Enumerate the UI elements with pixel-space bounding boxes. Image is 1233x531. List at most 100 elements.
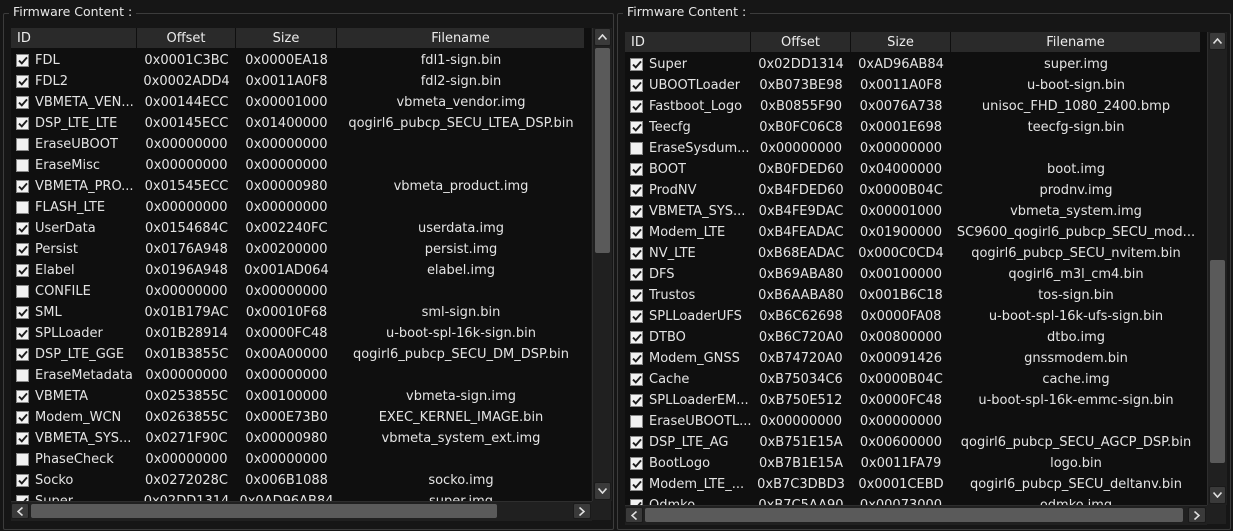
row-checkbox[interactable] [630,415,643,428]
horizontal-scrollbar[interactable] [625,505,1207,525]
scroll-thumb[interactable] [1210,260,1225,463]
row-checkbox[interactable] [630,352,643,365]
row-checkbox[interactable] [630,184,643,197]
row-checkbox[interactable] [16,75,29,88]
horizontal-scrollbar[interactable] [11,501,592,521]
table-row[interactable]: VBMETA_PRO... 0x01545ECC 0x00000980 vbmeta_… [11,176,585,197]
table-row[interactable]: EraseMisc 0x00000000 0x00000000 [11,155,585,176]
row-checkbox[interactable] [16,369,29,382]
table-row[interactable]: Fastboot_Logo 0xB0855F90 0x0076A738 unisoc_… [625,96,1201,117]
table-row[interactable]: Super 0x02DD1314 0xAD96AB84 super.img [625,54,1201,75]
scroll-left-button[interactable] [11,503,29,519]
row-checkbox[interactable] [630,394,643,407]
table-row[interactable]: UserData 0x0154684C 0x002240FC userdata.img [11,218,585,239]
table-row[interactable]: Modem_GNSS 0xB74720A0 0x00091426 gnssmodem.… [625,348,1201,369]
row-checkbox[interactable] [16,327,29,340]
row-checkbox[interactable] [630,247,643,260]
row-checkbox[interactable] [16,54,29,67]
row-checkbox[interactable] [16,222,29,235]
table-row[interactable]: VBMETA_SYS... 0x0271F90C 0x00000980 vbmeta_… [11,428,585,449]
table-row[interactable]: FDL 0x0001C3BC 0x0000EA18 fdl1-sign.bin [11,50,585,71]
table-row[interactable]: DSP_LTE_GGE 0x01B3855C 0x00A00000 qogirl6_p… [11,344,585,365]
row-checkbox[interactable] [630,268,643,281]
column-header-id[interactable]: ID [625,32,751,53]
row-checkbox[interactable] [630,121,643,134]
row-checkbox[interactable] [16,138,29,151]
table-row[interactable]: DSP_LTE_LTE 0x00145ECC 0x01400000 qogirl6_p… [11,113,585,134]
row-checkbox[interactable] [16,432,29,445]
vertical-scrollbar[interactable] [592,28,612,501]
table-row[interactable]: DFS 0xB69ABA80 0x00100000 qogirl6_m3l_cm4.b… [625,264,1201,285]
table-row[interactable]: Persist 0x0176A948 0x00200000 persist.img [11,239,585,260]
vertical-scrollbar[interactable] [1207,32,1227,505]
table-row[interactable]: BOOT 0xB0FDED60 0x04000000 boot.img [625,159,1201,180]
table-row[interactable]: SPLLoader 0x01B28914 0x0000FC48 u-boot-spl-… [11,323,585,344]
table-row[interactable]: UBOOTLoader 0xB073BE98 0x0011A0F8 u-boot-si… [625,75,1201,96]
table-row[interactable]: Cache 0xB75034C6 0x0000B04C cache.img [625,369,1201,390]
column-header-filename[interactable]: Filename [951,32,1201,53]
column-header-offset[interactable]: Offset [137,28,236,49]
row-checkbox[interactable] [16,348,29,361]
table-row[interactable]: SPLLoaderUFS 0xB6C62698 0x0000FA08 u-boot-s… [625,306,1201,327]
table-row[interactable]: FDL2 0x0002ADD4 0x0011A0F8 fdl2-sign.bin [11,71,585,92]
table-row[interactable]: FLASH_LTE 0x00000000 0x00000000 [11,197,585,218]
column-header-size[interactable]: Size [851,32,951,53]
row-checkbox[interactable] [16,306,29,319]
scroll-thumb[interactable] [595,48,610,253]
table-row[interactable]: SPLLoaderEM... 0xB750E512 0x0000FC48 u-boot… [625,390,1201,411]
row-checkbox[interactable] [630,163,643,176]
scroll-right-button[interactable] [573,503,591,519]
table-row[interactable]: Teecfg 0xB0FC06C8 0x0001E698 teecfg-sign.bi… [625,117,1201,138]
table-row[interactable]: PhaseCheck 0x00000000 0x00000000 [11,449,585,470]
row-checkbox[interactable] [630,58,643,71]
table-row[interactable]: Modem_LTE 0xB4FEADAC 0x01900000 SC9600_qogi… [625,222,1201,243]
row-checkbox[interactable] [630,310,643,323]
row-checkbox[interactable] [630,100,643,113]
row-checkbox[interactable] [16,159,29,172]
column-header-offset[interactable]: Offset [751,32,851,53]
scroll-left-button[interactable] [625,507,643,523]
firmware-list[interactable]: ID Offset Size Filename Super 0x02DD1314 0… [625,32,1207,524]
scroll-up-button[interactable] [1209,32,1226,50]
table-row[interactable]: VBMETA_VEN... 0x00144ECC 0x00001000 vbmeta_… [11,92,585,113]
row-checkbox[interactable] [630,331,643,344]
row-checkbox[interactable] [16,411,29,424]
table-row[interactable]: CONFILE 0x00000000 0x00000000 [11,281,585,302]
column-header-id[interactable]: ID [11,28,137,49]
table-row[interactable]: DSP_LTE_AG 0xB751E15A 0x00600000 qogirl6_pu… [625,432,1201,453]
row-checkbox[interactable] [16,96,29,109]
horizontal-scroll-thumb[interactable] [31,504,497,518]
row-checkbox[interactable] [630,478,643,491]
row-checkbox[interactable] [630,457,643,470]
table-row[interactable]: EraseUBOOTL... 0x00000000 0x00000000 [625,411,1201,432]
row-checkbox[interactable] [16,117,29,130]
row-checkbox[interactable] [630,205,643,218]
table-row[interactable]: Socko 0x0272028C 0x006B1088 socko.img [11,470,585,491]
row-checkbox[interactable] [630,436,643,449]
table-row[interactable]: EraseUBOOT 0x00000000 0x00000000 [11,134,585,155]
table-row[interactable]: SML 0x01B179AC 0x00010F68 sml-sign.bin [11,302,585,323]
row-checkbox[interactable] [16,201,29,214]
table-row[interactable]: Trustos 0xB6AABA80 0x001B6C18 tos-sign.bin [625,285,1201,306]
row-checkbox[interactable] [630,289,643,302]
firmware-list[interactable]: ID Offset Size Filename FDL 0x0001C3BC 0x0… [11,28,591,520]
table-row[interactable]: BootLogo 0xB7B1E15A 0x0011FA79 logo.bin [625,453,1201,474]
table-row[interactable]: Modem_WCN 0x0263855C 0x000E73B0 EXEC_KERNEL… [11,407,585,428]
column-header-filename[interactable]: Filename [337,28,585,49]
row-checkbox[interactable] [630,79,643,92]
scroll-down-button[interactable] [594,482,611,500]
row-checkbox[interactable] [16,243,29,256]
table-row[interactable]: DTBO 0xB6C720A0 0x00800000 dtbo.img [625,327,1201,348]
scroll-right-button[interactable] [1188,507,1206,523]
row-checkbox[interactable] [16,180,29,193]
row-checkbox[interactable] [630,142,643,155]
table-row[interactable]: Elabel 0x0196A948 0x001AD064 elabel.img [11,260,585,281]
table-row[interactable]: ProdNV 0xB4FDED60 0x0000B04C prodnv.img [625,180,1201,201]
table-row[interactable]: VBMETA 0x0253855C 0x00100000 vbmeta-sign.im… [11,386,585,407]
row-checkbox[interactable] [16,285,29,298]
row-checkbox[interactable] [16,264,29,277]
table-row[interactable]: EraseSysdum... 0x00000000 0x00000000 [625,138,1201,159]
row-checkbox[interactable] [630,373,643,386]
row-checkbox[interactable] [630,226,643,239]
row-checkbox[interactable] [16,390,29,403]
